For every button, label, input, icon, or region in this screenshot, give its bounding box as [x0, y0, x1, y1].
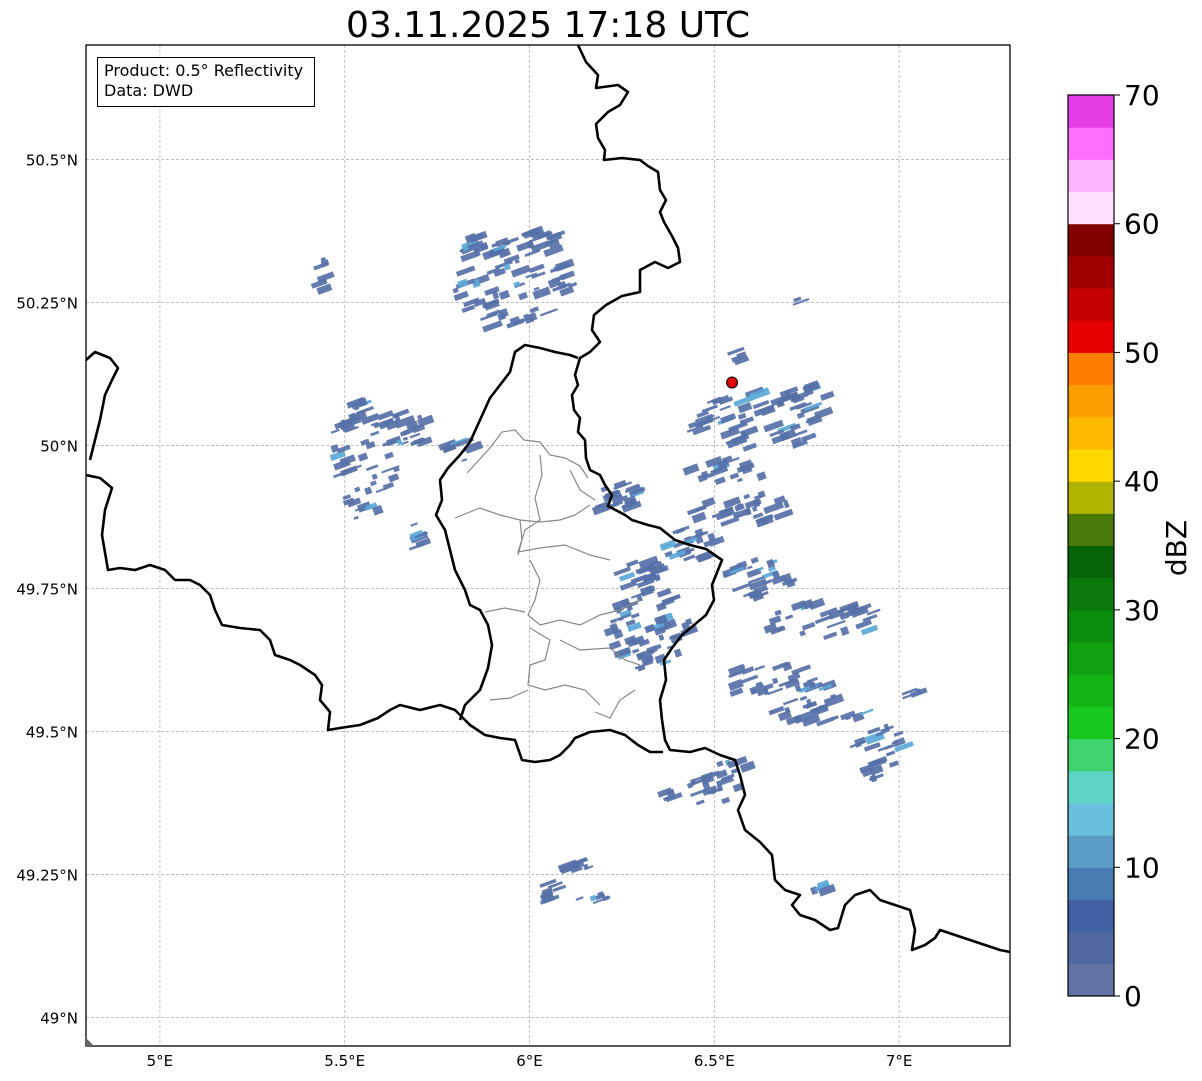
lon-tick-label: 7°E: [886, 1052, 913, 1070]
lat-tick-label: 49.25°N: [16, 866, 78, 884]
lon-tick-label: 6.5°E: [694, 1052, 735, 1070]
lat-tick-label: 49.5°N: [26, 723, 78, 741]
lat-tick-label: 50°N: [40, 437, 78, 455]
lat-tick-label: 49.75°N: [16, 580, 78, 598]
product-label: Product: 0.5° Reflectivity: [104, 61, 304, 80]
lat-tick-label: 50.5°N: [26, 151, 78, 169]
lat-tick-label: 50.25°N: [16, 294, 78, 312]
lon-tick-label: 5.5°E: [324, 1052, 365, 1070]
lat-tick-label: 49°N: [40, 1009, 78, 1027]
lon-tick-label: 5°E: [147, 1052, 174, 1070]
radar-map[interactable]: 50.5°N 50.25°N 50°N 49.75°N 49.5°N 49.25°N 49°…: [0, 0, 1202, 1081]
lon-tick-label: 6°E: [516, 1052, 543, 1070]
data-source-label: Data: DWD: [104, 81, 194, 100]
radar-site-marker[interactable]: [726, 376, 739, 389]
product-info-box: Product: 0.5° Reflectivity Data: DWD: [97, 57, 315, 107]
